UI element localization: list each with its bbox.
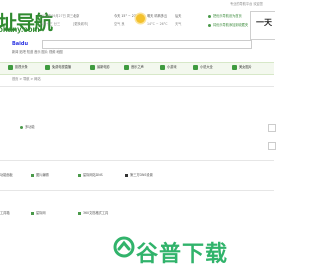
section-title: 多功能 — [25, 125, 35, 129]
divider — [0, 86, 274, 87]
link-icon — [78, 212, 81, 215]
set-homepage-link[interactable]: 把优乐导航设为首页 — [213, 14, 242, 18]
breadcrumb[interactable]: 首页 > 导航 > 网站 — [12, 77, 41, 81]
baidu-logo-text: Baidu — [12, 41, 29, 47]
site-logo-domain: ohany.com — [0, 25, 40, 34]
film-icon — [90, 65, 95, 70]
add-favorite-link[interactable]: 将优乐导航添加到收藏夹 — [213, 23, 248, 27]
date-label: 2023年09月27日 周三 — [40, 14, 74, 18]
tv-icon — [45, 65, 50, 70]
weather-after: 后天 — [175, 14, 182, 18]
link-icon — [78, 174, 81, 177]
category-item[interactable]: 最新电影 — [97, 65, 110, 69]
category-item[interactable]: 免费电视直播 — [52, 65, 71, 69]
link-icon — [31, 212, 34, 215]
tv-icon — [8, 65, 13, 70]
link-icon — [31, 174, 34, 177]
music-icon — [124, 65, 129, 70]
game-icon — [160, 65, 165, 70]
link-icon — [125, 174, 128, 177]
city-label: 北京 — [73, 14, 80, 18]
category-item[interactable]: 小游戏 — [167, 65, 177, 69]
side-panel-word: 一天 — [256, 18, 272, 27]
welcome-text: 专业的导航平台 欢迎您 — [230, 2, 263, 6]
image-icon — [232, 65, 237, 70]
search-input[interactable] — [42, 40, 252, 49]
weather-tomorrow: 明天 晴转多云 — [147, 14, 168, 18]
divider — [0, 160, 274, 161]
row-link[interactable]: 360文档格式工具 — [83, 211, 108, 215]
row-link[interactable]: 星际网 — [36, 211, 46, 215]
sun-icon — [136, 14, 145, 23]
row-label: 工具箱 — [0, 211, 10, 215]
side-tool-icon[interactable] — [268, 142, 276, 150]
side-tool-icon[interactable] — [268, 124, 276, 132]
row-link[interactable]: 星际网站DNS — [83, 173, 103, 177]
search-channel-links[interactable]: 新闻 贴吧 知道 音乐 图片 视频 地图 — [12, 50, 63, 54]
row-label: 功能面板 — [0, 173, 13, 177]
star-icon — [208, 24, 211, 27]
row-link[interactable]: 图片编辑 — [36, 173, 49, 177]
weather-today: 今天 15° ~ 27° — [114, 14, 138, 18]
air-quality: 空气 良 — [114, 22, 125, 26]
watermark-text: 谷普下载 — [136, 242, 229, 267]
baidu-logo[interactable]: Baidu — [12, 41, 28, 47]
book-icon — [193, 65, 198, 70]
divider — [0, 190, 274, 191]
category-item[interactable]: 美女图片 — [239, 65, 252, 69]
category-item[interactable]: 影视头条 — [15, 65, 28, 69]
weather-tomorrow-temp: 14°C ~ 26°C — [147, 22, 168, 26]
change-city-link[interactable]: [更换城市] — [73, 22, 88, 26]
category-item[interactable]: 音乐之声 — [131, 65, 144, 69]
home-icon — [208, 15, 211, 18]
watermark-logo-icon — [113, 236, 135, 258]
category-item[interactable]: 小说大全 — [200, 65, 213, 69]
row-link[interactable]: 第三方DNS设置 — [130, 173, 153, 177]
weather-after-2: 天气 — [175, 22, 182, 26]
lunar-date-label: 八月十三 廿三 — [40, 22, 61, 26]
section-icon — [20, 126, 23, 129]
